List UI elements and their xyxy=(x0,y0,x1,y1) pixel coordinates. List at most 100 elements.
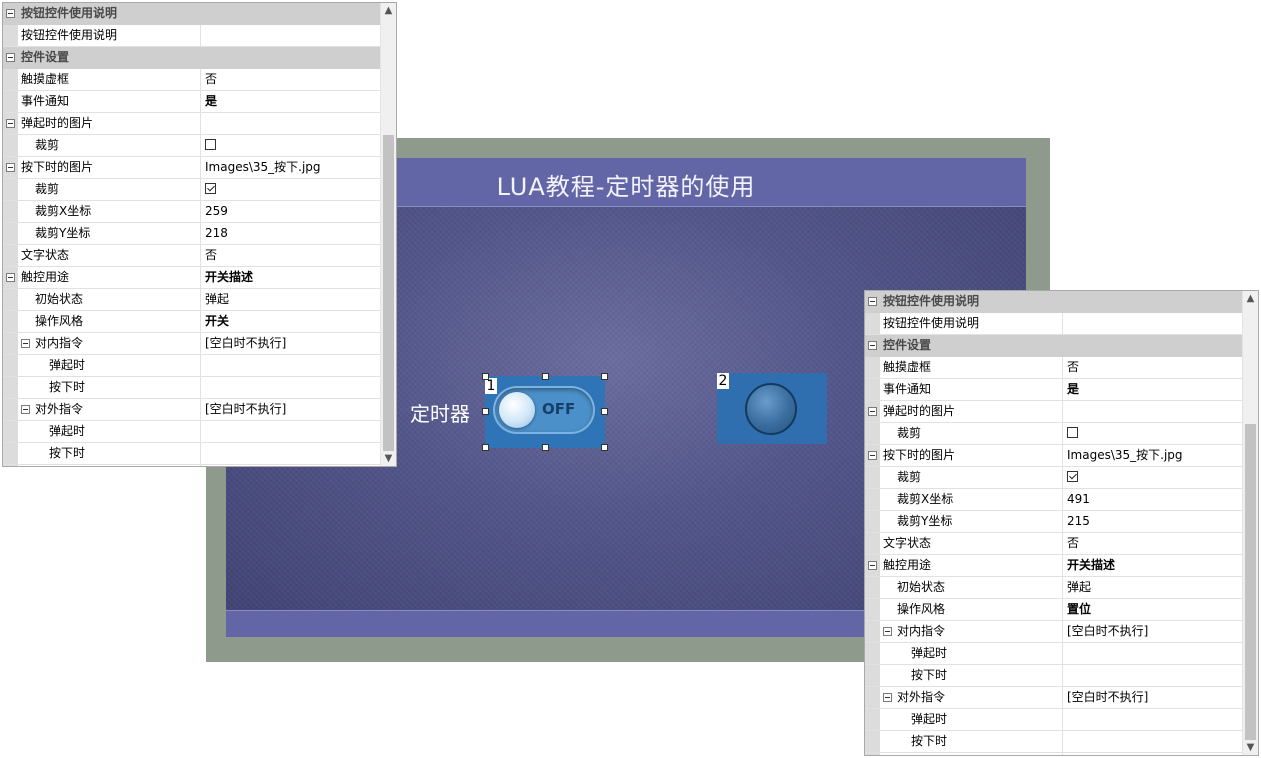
property-checkbox-cell[interactable] xyxy=(202,179,381,200)
property-checkbox-cell[interactable] xyxy=(202,135,381,156)
property-row[interactable]: 裁剪 xyxy=(3,179,381,201)
chevron-down-icon[interactable]: ▼ xyxy=(381,451,396,466)
resize-handle[interactable] xyxy=(482,444,489,451)
minus-box-icon[interactable] xyxy=(868,341,877,350)
property-row[interactable]: 对外指令 [空白时不执行] xyxy=(3,399,381,421)
property-value[interactable]: 否 xyxy=(1064,357,1243,378)
property-value[interactable] xyxy=(1064,643,1243,664)
resize-handle[interactable] xyxy=(601,408,608,415)
property-value[interactable] xyxy=(1064,665,1243,686)
checkbox[interactable] xyxy=(205,139,216,150)
property-row[interactable]: 事件通知是 xyxy=(3,91,381,113)
property-row[interactable]: 操作风格 置位 xyxy=(865,599,1243,621)
round-button-control[interactable]: 2 xyxy=(717,373,827,444)
property-value[interactable]: 100 xyxy=(202,465,381,466)
property-row[interactable]: 初始状态 弹起 xyxy=(865,577,1243,599)
category-row[interactable]: 按钮控件使用说明 xyxy=(865,291,1243,313)
minus-box-icon[interactable] xyxy=(883,693,892,702)
scrollbar[interactable]: ▲ ▼ xyxy=(1242,291,1258,755)
minus-box-icon[interactable] xyxy=(21,339,30,348)
property-grid-left[interactable]: 按钮控件使用说明 按钮控件使用说明 控件设置 触摸虚框否事件通知是弹起时的图片 裁剪 按下… xyxy=(2,2,397,467)
property-row[interactable]: 按下时 xyxy=(3,443,381,465)
property-value[interactable]: 否 xyxy=(1064,533,1243,554)
property-row[interactable]: 裁剪 xyxy=(865,423,1243,445)
property-value[interactable]: 218 xyxy=(202,223,381,244)
toggle-button-control[interactable]: 1 OFF xyxy=(485,376,605,448)
checkbox[interactable] xyxy=(1067,427,1078,438)
property-value[interactable]: 否 xyxy=(202,69,381,90)
property-value[interactable] xyxy=(202,113,381,134)
property-row[interactable]: 初始状态 弹起 xyxy=(3,289,381,311)
minus-box-icon[interactable] xyxy=(21,405,30,414)
property-value[interactable] xyxy=(202,421,381,442)
property-row[interactable]: 操作风格 开关 xyxy=(3,311,381,333)
property-row[interactable]: 多条指令间隔(ms)100 xyxy=(3,465,381,466)
property-value[interactable]: 259 xyxy=(202,201,381,222)
property-row[interactable]: 按下时的图片 Images\35_按下.jpg xyxy=(865,445,1243,467)
minus-box-icon[interactable] xyxy=(868,451,877,460)
property-value[interactable]: Images\35_按下.jpg xyxy=(202,157,381,178)
property-row[interactable]: 弹起时的图片 xyxy=(3,113,381,135)
property-value[interactable] xyxy=(1064,731,1243,752)
property-row[interactable]: 弹起时 xyxy=(865,643,1243,665)
minus-box-icon[interactable] xyxy=(6,53,15,62)
scroll-thumb[interactable] xyxy=(383,135,394,451)
category-row[interactable]: 控件设置 xyxy=(3,47,381,69)
property-row[interactable]: 按下时 xyxy=(3,377,381,399)
resize-handle[interactable] xyxy=(482,373,489,380)
checkbox[interactable] xyxy=(205,183,216,194)
property-value[interactable]: 弹起 xyxy=(1064,577,1243,598)
chevron-down-icon[interactable]: ▼ xyxy=(1243,740,1258,755)
property-row[interactable]: 裁剪Y坐标 215 xyxy=(865,511,1243,533)
property-row[interactable]: 触摸虚框否 xyxy=(3,69,381,91)
property-row[interactable]: 按钮控件使用说明 xyxy=(865,313,1243,335)
property-value[interactable] xyxy=(202,25,381,46)
property-row[interactable]: 弹起时的图片 xyxy=(865,401,1243,423)
minus-box-icon[interactable] xyxy=(868,561,877,570)
checkbox[interactable] xyxy=(1067,471,1078,482)
property-value[interactable] xyxy=(1064,313,1243,334)
property-value[interactable] xyxy=(202,443,381,464)
property-row[interactable]: 弹起时 xyxy=(865,709,1243,731)
property-row[interactable]: 按下时 xyxy=(865,665,1243,687)
property-row[interactable]: 裁剪Y坐标 218 xyxy=(3,223,381,245)
property-row[interactable]: 弹起时 xyxy=(3,355,381,377)
property-checkbox-cell[interactable] xyxy=(1064,423,1243,444)
property-value[interactable] xyxy=(202,377,381,398)
property-row[interactable]: 触摸虚框否 xyxy=(865,357,1243,379)
property-row[interactable]: 文字状态否 xyxy=(865,533,1243,555)
minus-box-icon[interactable] xyxy=(6,119,15,128)
chevron-up-icon[interactable]: ▲ xyxy=(381,3,396,18)
property-row[interactable]: 多条指令间隔(ms)100 xyxy=(865,753,1243,755)
property-value[interactable]: 100 xyxy=(1064,753,1243,755)
property-value[interactable]: [空白时不执行] xyxy=(1064,687,1243,708)
round-button[interactable] xyxy=(745,383,797,435)
property-value[interactable]: 否 xyxy=(202,245,381,266)
minus-box-icon[interactable] xyxy=(6,9,15,18)
property-row[interactable]: 弹起时 xyxy=(3,421,381,443)
property-value[interactable]: 开关描述 xyxy=(1064,555,1243,576)
property-row[interactable]: 触控用途 开关描述 xyxy=(865,555,1243,577)
resize-handle[interactable] xyxy=(482,408,489,415)
property-value[interactable]: 是 xyxy=(202,91,381,112)
property-value[interactable]: [空白时不执行] xyxy=(202,333,381,354)
property-value[interactable]: Images\35_按下.jpg xyxy=(1064,445,1243,466)
property-grid-right[interactable]: 按钮控件使用说明 按钮控件使用说明 控件设置 触摸虚框否事件通知是弹起时的图片 裁剪 按下… xyxy=(864,290,1259,756)
property-value[interactable]: [空白时不执行] xyxy=(202,399,381,420)
property-value[interactable]: 是 xyxy=(1064,379,1243,400)
scroll-thumb[interactable] xyxy=(1245,424,1256,740)
property-value[interactable] xyxy=(1064,709,1243,730)
property-row[interactable]: 裁剪 xyxy=(865,467,1243,489)
resize-handle[interactable] xyxy=(542,373,549,380)
property-value[interactable] xyxy=(1064,401,1243,422)
property-row[interactable]: 触控用途 开关描述 xyxy=(3,267,381,289)
property-row[interactable]: 事件通知是 xyxy=(865,379,1243,401)
property-row[interactable]: 按下时的图片 Images\35_按下.jpg xyxy=(3,157,381,179)
property-value[interactable]: 开关描述 xyxy=(202,267,381,288)
property-row[interactable]: 文字状态否 xyxy=(3,245,381,267)
property-row[interactable]: 裁剪X坐标 259 xyxy=(3,201,381,223)
minus-box-icon[interactable] xyxy=(6,163,15,172)
property-row[interactable]: 按下时 xyxy=(865,731,1243,753)
minus-box-icon[interactable] xyxy=(883,627,892,636)
resize-handle[interactable] xyxy=(601,373,608,380)
